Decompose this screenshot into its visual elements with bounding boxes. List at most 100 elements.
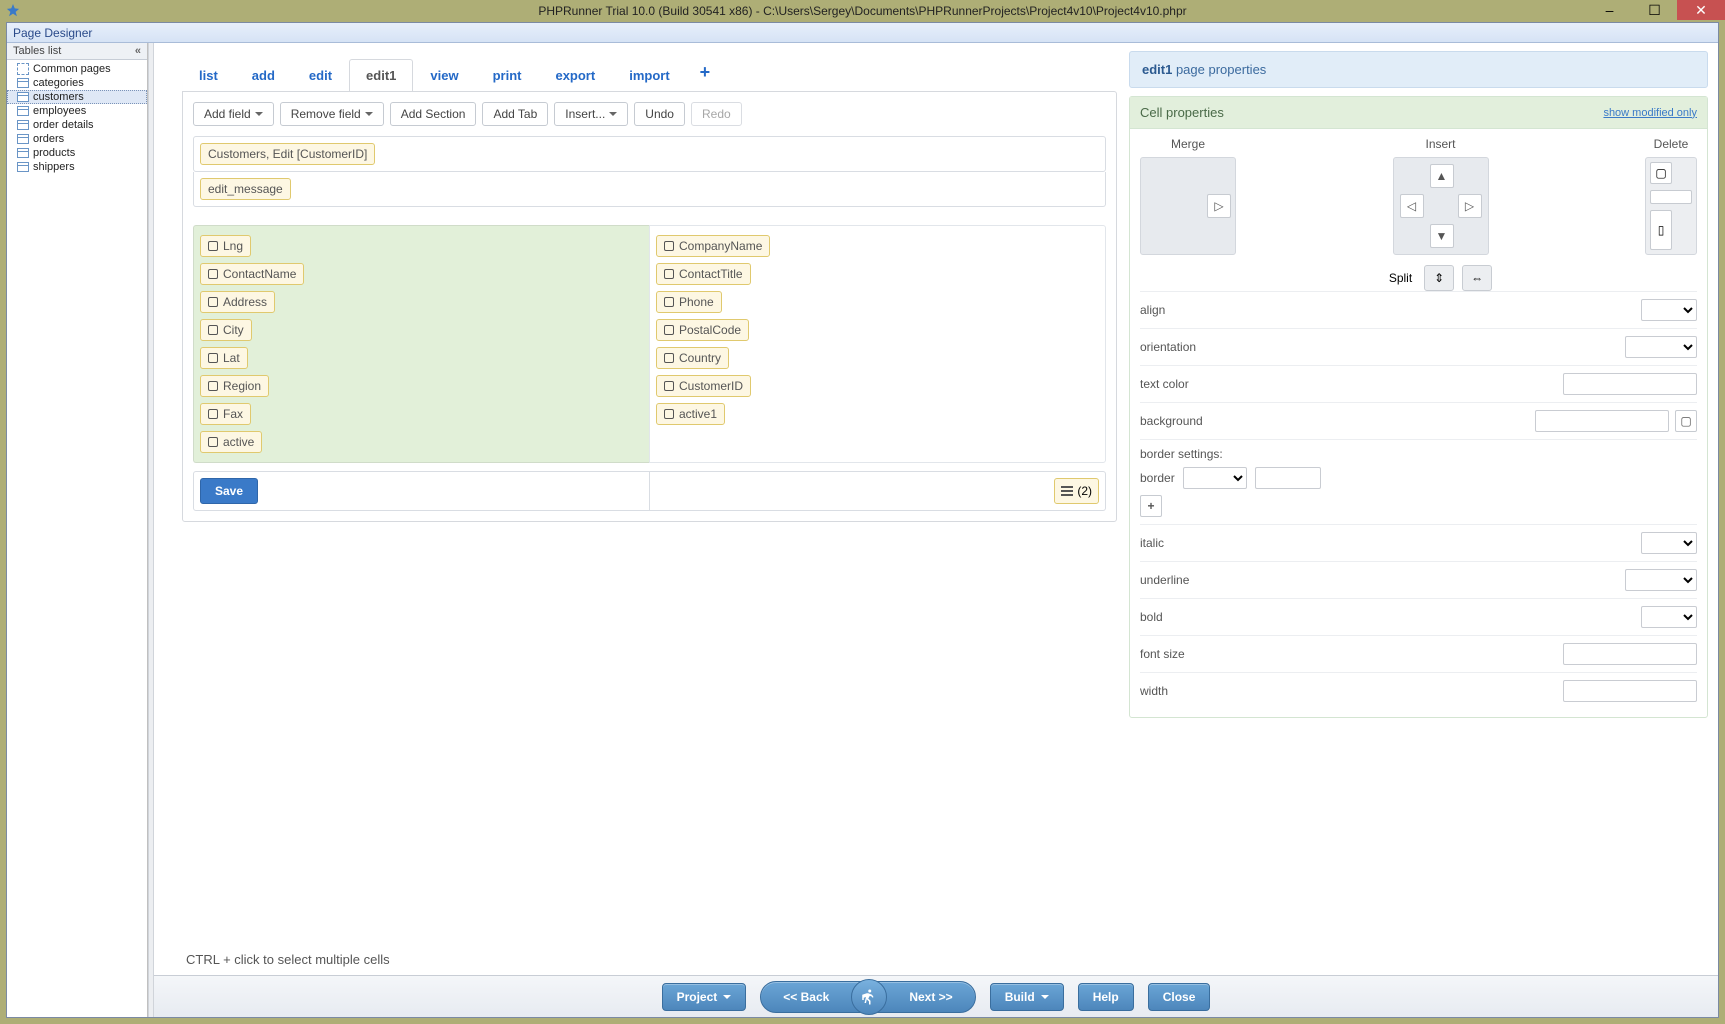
border-select[interactable]: [1183, 467, 1247, 489]
prop-align: align: [1140, 291, 1697, 328]
sidebar-item-products[interactable]: products: [7, 146, 147, 160]
sidebar-item-shippers[interactable]: shippers: [7, 160, 147, 174]
checkbox-icon: [664, 269, 674, 279]
close-button[interactable]: Close: [1148, 983, 1211, 1011]
designer-toolbar: Add field Remove field Add Section Add T…: [193, 102, 1106, 126]
redo-button[interactable]: Redo: [691, 102, 742, 126]
tab-view[interactable]: view: [413, 59, 475, 91]
field-Phone[interactable]: Phone: [656, 291, 722, 313]
left-fields-column[interactable]: Lng ContactName Address City Lat Region Fax act…: [193, 225, 649, 463]
edit-message-chip[interactable]: edit_message: [200, 178, 291, 200]
tab-add[interactable]: add: [235, 59, 292, 91]
tab-edit1[interactable]: edit1: [349, 59, 413, 91]
add-field-button[interactable]: Add field: [193, 102, 274, 126]
add-section-button[interactable]: Add Section: [390, 102, 477, 126]
field-Lng[interactable]: Lng: [200, 235, 251, 257]
breadcrumb-block[interactable]: Customers, Edit [CustomerID]: [193, 136, 1106, 172]
prop-italic: italic: [1140, 524, 1697, 561]
merge-right-button[interactable]: ▷: [1207, 194, 1231, 218]
insert-grid[interactable]: ▲ ◁ ▷ ▼: [1393, 157, 1489, 255]
project-button[interactable]: Project: [662, 983, 747, 1011]
sidebar-item-Common-pages[interactable]: Common pages: [7, 62, 147, 76]
add-tab-button[interactable]: Add Tab: [482, 102, 548, 126]
build-button[interactable]: Build: [990, 983, 1064, 1011]
save-cell[interactable]: Save: [193, 471, 650, 511]
sidebar-item-orders[interactable]: orders: [7, 132, 147, 146]
field-label: City: [223, 323, 244, 337]
delete-cell-button[interactable]: ▢: [1650, 162, 1672, 184]
tab-edit[interactable]: edit: [292, 59, 349, 91]
background-input[interactable]: [1535, 410, 1669, 432]
align-select[interactable]: [1641, 299, 1697, 321]
field-Region[interactable]: Region: [200, 375, 269, 397]
maximize-button[interactable]: ☐: [1632, 0, 1677, 20]
italic-select[interactable]: [1641, 532, 1697, 554]
tab-add[interactable]: +: [687, 57, 724, 91]
close-window-button[interactable]: ✕: [1677, 0, 1725, 20]
insert-bottom-button[interactable]: ▼: [1430, 224, 1454, 248]
next-button[interactable]: Next >>: [887, 990, 974, 1004]
border-value-input[interactable]: [1255, 467, 1321, 489]
field-Address[interactable]: Address: [200, 291, 275, 313]
edit-message-block[interactable]: edit_message: [193, 172, 1106, 207]
menu-count-chip[interactable]: (2): [1054, 478, 1099, 504]
insert-right-button[interactable]: ▷: [1458, 194, 1482, 218]
ribbon-tab[interactable]: Page Designer: [7, 23, 1718, 43]
delete-row-button[interactable]: [1650, 190, 1692, 204]
field-PostalCode[interactable]: PostalCode: [656, 319, 749, 341]
sidebar-item-label: Common pages: [33, 63, 111, 75]
width-input[interactable]: [1563, 680, 1697, 702]
insert-top-button[interactable]: ▲: [1430, 164, 1454, 188]
field-active1[interactable]: active1: [656, 403, 725, 425]
show-modified-link[interactable]: show modified only: [1603, 107, 1697, 119]
delete-column-button[interactable]: ▯: [1650, 210, 1672, 250]
undo-button[interactable]: Undo: [634, 102, 685, 126]
sidebar-item-label: shippers: [33, 161, 75, 173]
split-vertical-button[interactable]: ⇔: [1462, 265, 1492, 291]
sidebar-item-employees[interactable]: employees: [7, 104, 147, 118]
insert-button[interactable]: Insert...: [554, 102, 628, 126]
fontsize-input[interactable]: [1563, 643, 1697, 665]
field-Lat[interactable]: Lat: [200, 347, 248, 369]
tab-export[interactable]: export: [538, 59, 612, 91]
field-ContactTitle[interactable]: ContactTitle: [656, 263, 751, 285]
canvas-column: listaddeditedit1viewprintexportimport+ A…: [182, 51, 1117, 971]
back-button[interactable]: << Back: [761, 990, 851, 1004]
field-Country[interactable]: Country: [656, 347, 729, 369]
main-area: Tables list « Common pagescategoriescust…: [7, 43, 1718, 1017]
content: listaddeditedit1viewprintexportimport+ A…: [154, 43, 1718, 1017]
sidebar: Tables list « Common pagescategoriescust…: [7, 43, 148, 1017]
background-clear-button[interactable]: ▢: [1675, 410, 1697, 432]
sidebar-item-order-details[interactable]: order details: [7, 118, 147, 132]
tab-print[interactable]: print: [476, 59, 539, 91]
right-fields-column[interactable]: CompanyName ContactTitle Phone PostalCode Co…: [649, 225, 1106, 463]
sidebar-item-categories[interactable]: categories: [7, 76, 147, 90]
underline-select[interactable]: [1625, 569, 1697, 591]
collapse-icon[interactable]: «: [135, 45, 141, 57]
save-button[interactable]: Save: [200, 478, 258, 504]
run-button[interactable]: [851, 979, 887, 1015]
split-horizontal-button[interactable]: ⇕: [1424, 265, 1454, 291]
field-CustomerID[interactable]: CustomerID: [656, 375, 751, 397]
tab-import[interactable]: import: [612, 59, 686, 91]
bold-select[interactable]: [1641, 606, 1697, 628]
field-Fax[interactable]: Fax: [200, 403, 251, 425]
minimize-button[interactable]: –: [1587, 0, 1632, 20]
insert-group: Insert ▲ ◁ ▷ ▼ Split ⇕: [1389, 137, 1492, 291]
insert-left-button[interactable]: ◁: [1400, 194, 1424, 218]
help-button[interactable]: Help: [1078, 983, 1134, 1011]
field-active[interactable]: active: [200, 431, 262, 453]
remove-field-button[interactable]: Remove field: [280, 102, 384, 126]
merge-grid[interactable]: ▷: [1140, 157, 1236, 255]
add-border-button[interactable]: +: [1140, 495, 1162, 517]
field-ContactName[interactable]: ContactName: [200, 263, 304, 285]
breadcrumb-chip[interactable]: Customers, Edit [CustomerID]: [200, 143, 375, 165]
field-CompanyName[interactable]: CompanyName: [656, 235, 770, 257]
orientation-select[interactable]: [1625, 336, 1697, 358]
tab-list[interactable]: list: [182, 59, 235, 91]
sidebar-item-customers[interactable]: customers: [7, 90, 147, 104]
textcolor-input[interactable]: [1563, 373, 1697, 395]
checkbox-icon: [664, 381, 674, 391]
field-City[interactable]: City: [200, 319, 252, 341]
menu-cell[interactable]: (2): [650, 471, 1106, 511]
